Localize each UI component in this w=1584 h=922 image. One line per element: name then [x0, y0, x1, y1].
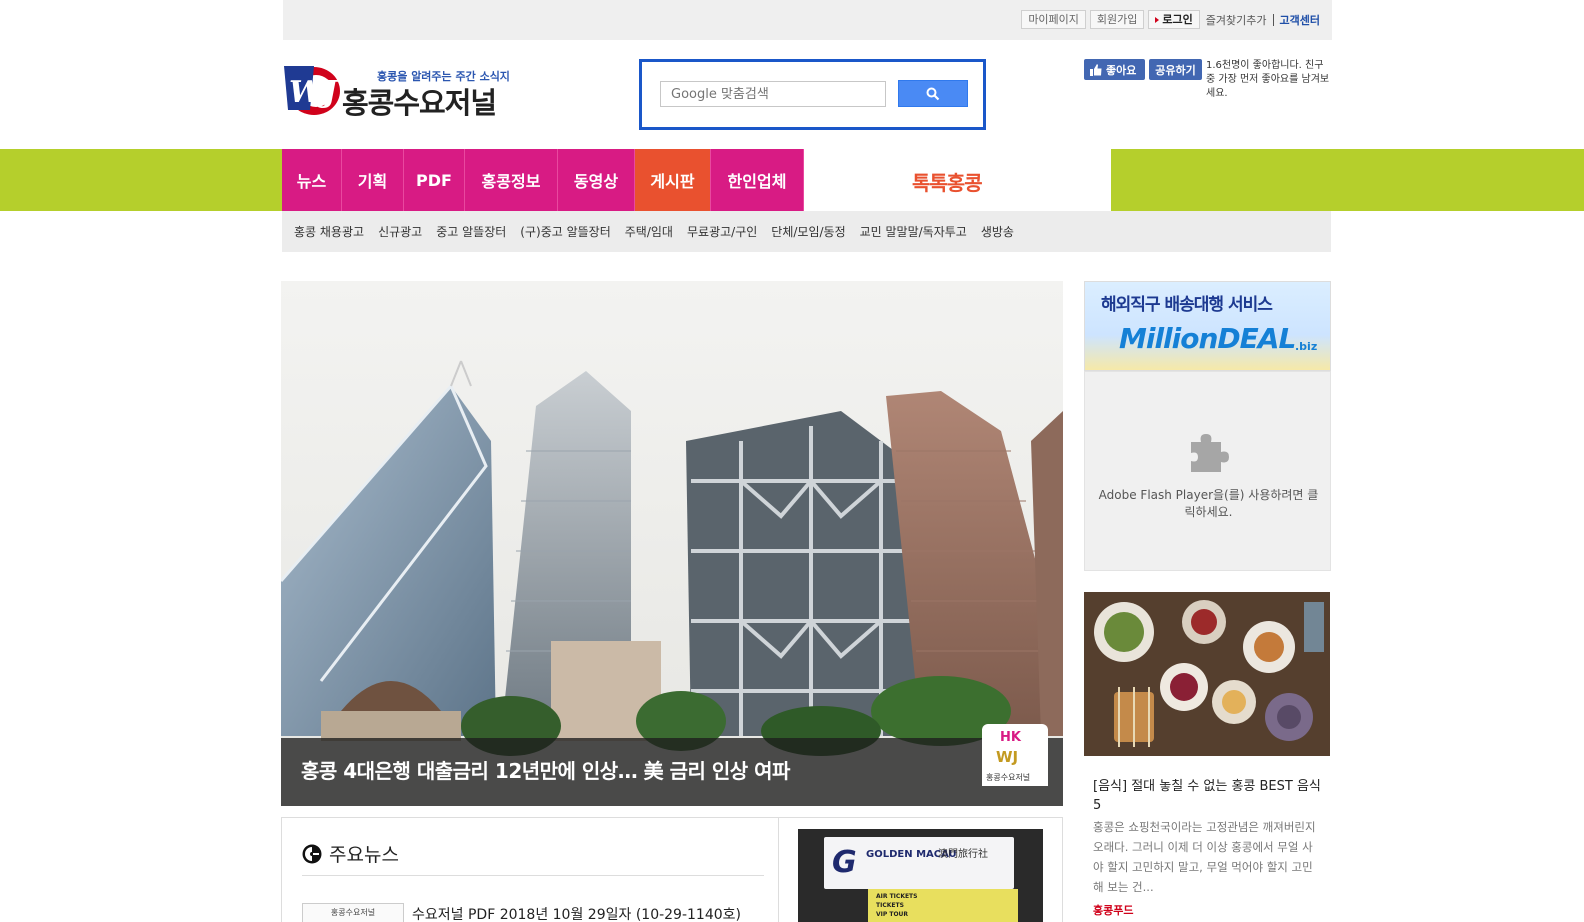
main-news-title: 주요뉴스: [329, 844, 399, 866]
badge-name: 홍콩수요저널: [986, 773, 1031, 782]
food-article-category[interactable]: 홍콩푸드: [1093, 902, 1133, 918]
divider: [302, 875, 764, 876]
food-article-title[interactable]: [음식] 절대 놓칠 수 없는 홍콩 BEST 음식 5: [1093, 777, 1325, 815]
nav-item-toktok[interactable]: 톡톡홍콩: [912, 167, 983, 196]
nav-item-board[interactable]: 게시판: [635, 149, 711, 211]
news-headline[interactable]: 수요저널 PDF 2018년 10월 29일자 (10-29-1140호): [412, 904, 741, 922]
news-thumbnail[interactable]: 홍콩수요저널: [302, 903, 404, 922]
logo-mark-icon: WJ: [284, 66, 340, 115]
mypage-button[interactable]: 마이페이지: [1021, 10, 1086, 29]
badge-hk: HK: [1000, 730, 1021, 745]
account-links: 마이페이지 회원가입 로그인 즐겨찾기추가 고객센터: [1021, 10, 1322, 29]
divider: [778, 818, 779, 922]
logo-site-name: 홍콩수요저널: [342, 86, 497, 120]
subnav-item[interactable]: 신규광고: [378, 223, 422, 240]
search-icon: [926, 87, 940, 100]
subnav-item[interactable]: 홍콩 채용광고: [294, 223, 364, 240]
hero-watermark: HK WJ 홍콩수요저널: [982, 724, 1048, 786]
nav-item-feature[interactable]: 기획: [342, 149, 404, 211]
subnav-item[interactable]: 주택/임대: [625, 223, 673, 240]
subnav-item[interactable]: 교민 말말말/독자투고: [860, 223, 967, 240]
facebook-like-button[interactable]: 좋아요: [1084, 59, 1145, 80]
badge-wj: WJ: [996, 748, 1019, 766]
search-box: [639, 59, 986, 130]
panel-line: VIP TOUR: [876, 911, 909, 918]
panel-line: TICKETS: [876, 902, 904, 909]
subnav-item[interactable]: 중고 알뜰장터: [436, 223, 506, 240]
login-button[interactable]: 로그인: [1148, 10, 1200, 29]
login-label: 로그인: [1162, 13, 1193, 26]
main-nav: 뉴스 기획 PDF 홍콩정보 동영상 게시판 한인업체: [282, 149, 804, 211]
ad-brand: MillionDEAL: [1119, 322, 1296, 355]
ad-domain: .biz: [1295, 340, 1318, 353]
facebook-widget: 좋아요 공유하기 1.6천명이 좋아합니다. 친구 중 가장 먼저 좋아요를 남…: [1084, 59, 1334, 109]
news-section-icon: [302, 844, 322, 863]
golden-macau-logo-icon: G: [832, 845, 857, 880]
arrow-right-icon: [1155, 16, 1160, 23]
bookmark-link[interactable]: 즐겨찾기추가: [1204, 12, 1269, 28]
ad-headline: 해외직구 배송대행 서비스: [1101, 295, 1273, 315]
food-article-image[interactable]: [1084, 592, 1330, 756]
subnav-item[interactable]: (구)중고 알뜰장터: [520, 223, 610, 240]
signup-button[interactable]: 회원가입: [1089, 10, 1145, 29]
golden-macau-sign: G GOLDEN MACAU 澳門旅行社: [824, 837, 1014, 889]
hero-slide[interactable]: 홍콩 4대은행 대출금리 12년만에 인상… 美 금리 인상 여파 HK WJ …: [281, 281, 1063, 806]
support-link[interactable]: 고객센터: [1278, 12, 1322, 28]
search-button[interactable]: [898, 80, 968, 107]
search-input[interactable]: [660, 81, 886, 107]
site-logo[interactable]: WJ 홍콩을 알려주는 주간 소식지 홍콩수요저널: [284, 60, 514, 120]
nav-item-video[interactable]: 동영상: [558, 149, 635, 211]
panel-line: AIR TICKETS: [876, 893, 918, 900]
nav-item-pdf[interactable]: PDF: [404, 149, 465, 211]
golden-macau-panel: AIR TICKETS TICKETS VIP TOUR: [868, 889, 1018, 922]
thumbs-up-icon: [1090, 63, 1102, 76]
subnav-item[interactable]: 무료광고/구인: [687, 223, 757, 240]
divider: [1272, 13, 1274, 26]
milliondeal-ad-banner[interactable]: 해외직구 배송대행 서비스 MillionDEAL .biz: [1084, 281, 1331, 371]
nav-item-hk-info[interactable]: 홍콩정보: [465, 149, 558, 211]
logo-mark-text: WJ: [289, 75, 339, 110]
golden-macau-name-cn: 澳門旅行社: [938, 849, 988, 860]
food-article-description: 홍콩은 쇼핑천국이라는 고정관념은 깨져버린지 오래다. 그러니 이제 더 이상…: [1093, 820, 1316, 894]
golden-macau-ad[interactable]: G GOLDEN MACAU 澳門旅行社 AIR TICKETS TICKETS…: [798, 829, 1043, 922]
subnav-item[interactable]: 단체/모임/동정: [771, 223, 845, 240]
puzzle-icon: [1191, 434, 1229, 472]
facebook-like-text: 1.6천명이 좋아합니다. 친구 중 가장 먼저 좋아요를 남겨보세요.: [1206, 60, 1330, 99]
hero-caption[interactable]: 홍콩 4대은행 대출금리 12년만에 인상… 美 금리 인상 여파: [301, 755, 790, 784]
nav-item-news[interactable]: 뉴스: [282, 149, 342, 211]
subnav-item[interactable]: 생방송: [981, 223, 1014, 240]
hero-skyline-image: [281, 360, 1063, 756]
facebook-like-label: 좋아요: [1106, 63, 1137, 77]
flash-placeholder[interactable]: Adobe Flash Player을(를) 사용하려면 클릭하세요.: [1084, 371, 1331, 571]
hero-caption-bar: 홍콩 4대은행 대출금리 12년만에 인상… 美 금리 인상 여파: [281, 738, 1063, 806]
nav-item-korean-business[interactable]: 한인업체: [711, 149, 804, 211]
flash-message: Adobe Flash Player을(를) 사용하려면 클릭하세요.: [1098, 488, 1319, 519]
food-photo: [1084, 592, 1330, 756]
sub-nav: 홍콩 채용광고 신규광고 중고 알뜰장터 (구)중고 알뜰장터 주택/임대 무료…: [282, 211, 1331, 252]
top-utility-bar: 마이페이지 회원가입 로그인 즐겨찾기추가 고객센터: [283, 0, 1332, 40]
facebook-share-button[interactable]: 공유하기: [1149, 59, 1202, 80]
main-news-heading: 주요뉴스: [302, 840, 399, 867]
